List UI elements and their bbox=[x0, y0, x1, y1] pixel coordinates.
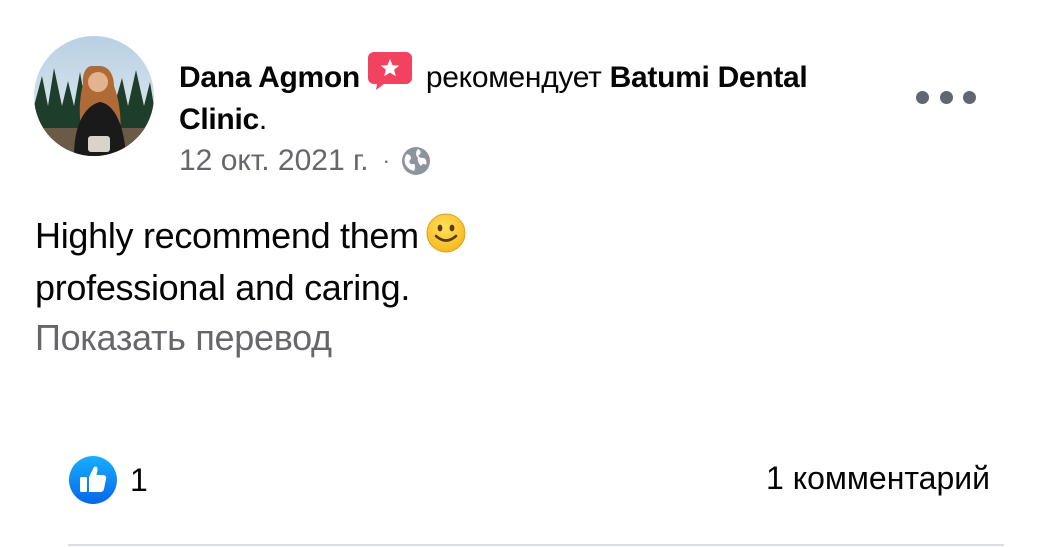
globe-icon bbox=[400, 145, 432, 177]
post-date[interactable]: 12 окт. 2021 г. bbox=[179, 143, 369, 179]
smiley-icon bbox=[425, 212, 467, 254]
ellipsis-dot-icon bbox=[939, 90, 953, 104]
post-text: Highly recommend them professional and c… bbox=[35, 210, 935, 314]
post-meta: 12 окт. 2021 г. · bbox=[179, 143, 432, 179]
ellipsis-dot-icon bbox=[963, 90, 976, 104]
like-count: 1 bbox=[130, 461, 148, 498]
show-translation-link[interactable]: Показать перевод bbox=[35, 314, 332, 362]
divider bbox=[68, 544, 1004, 546]
ellipsis-dot-icon bbox=[916, 90, 929, 104]
like-thumb-icon bbox=[69, 456, 117, 504]
post-header: Dana Agmon рекомендует Batumi Dental Clin… bbox=[179, 52, 819, 141]
post-text-line2: professional and caring. bbox=[35, 267, 411, 308]
recommendation-star-icon bbox=[367, 52, 412, 90]
comments-count-link[interactable]: 1 комментарий bbox=[766, 460, 990, 497]
more-options-button[interactable] bbox=[916, 82, 976, 112]
post-text-line1: Highly recommend them bbox=[35, 215, 419, 256]
meta-separator: · bbox=[382, 148, 390, 173]
reactions-summary[interactable]: 1 bbox=[68, 455, 148, 505]
recommends-text: рекомендует bbox=[425, 61, 602, 94]
avatar-photo bbox=[34, 36, 154, 156]
page-name-suffix: . bbox=[258, 103, 267, 136]
review-post: Dana Agmon рекомендует Batumi Dental Clin… bbox=[0, 0, 1058, 547]
author-name[interactable]: Dana Agmon bbox=[179, 61, 360, 94]
avatar[interactable] bbox=[34, 36, 154, 156]
